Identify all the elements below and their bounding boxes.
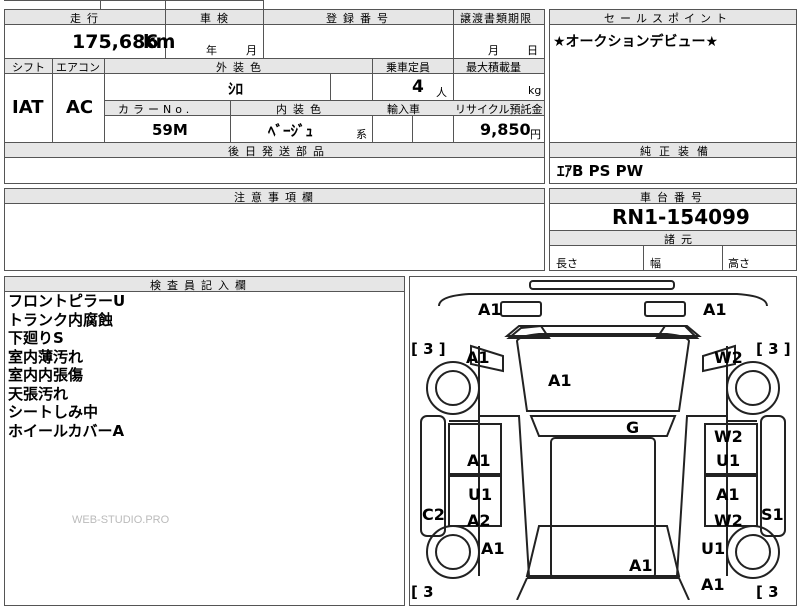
damage-right-front-fender: W2 (714, 348, 743, 367)
note-line: 室内薄汚れ (8, 347, 84, 366)
sales-point-box (549, 9, 797, 143)
interior-color-label: 内装色 (276, 103, 327, 116)
damage-left-sill: C2 (422, 505, 445, 524)
divider (263, 10, 264, 58)
divider (330, 74, 331, 100)
damage-right-rear-door-b: W2 (714, 511, 743, 530)
inspector-notes: フロントピラーU トランク内腐蝕 下廻りS 室内薄汚れ 室内内張傷 天張汚れ シ… (8, 292, 125, 440)
divider (453, 10, 454, 58)
divider (230, 100, 231, 143)
damage-right-rear-fender: U1 (701, 539, 726, 558)
damage-rear-right: A1 (701, 575, 725, 594)
mileage-label: 走行 (70, 12, 104, 25)
damage-right-sill: S1 (761, 505, 784, 524)
length-label: 長さ (556, 257, 578, 270)
top-stub-divider-2 (165, 0, 166, 9)
color-no-label: カラーNo. (118, 103, 194, 116)
sales-point-text: ★オークションデビュー★ (553, 34, 719, 50)
damage-left-front-door: A1 (467, 451, 491, 470)
equipment-value: ｴｱB PS PW (557, 162, 644, 180)
chassis-value: RN1-154099 (612, 205, 750, 229)
bracket-top-right: [ 3 ] (756, 340, 791, 358)
mileage-unit: km (143, 31, 176, 53)
capacity-unit: 人 (436, 86, 447, 99)
color-no-value: 59M (152, 121, 188, 139)
damage-left-rear-door-a: U1 (468, 485, 493, 504)
damage-hood: A1 (548, 371, 572, 390)
note-line: フロントピラーU (8, 292, 126, 310)
shift-value: IAT (12, 97, 44, 118)
damage-trunk: A1 (629, 556, 653, 575)
capacity-label: 乗車定員 (386, 61, 430, 74)
note-line: 室内内張傷 (8, 366, 84, 384)
note-line: 天張汚れ (8, 384, 69, 403)
damage-right-front-door-a: W2 (714, 427, 743, 446)
damage-left-front-fender: A1 (466, 348, 490, 367)
chassis-label: 車台番号 (640, 191, 708, 204)
note-line: トランク内腐蝕 (8, 310, 114, 329)
divider (52, 58, 53, 143)
damage-right-rear-door-a: A1 (716, 485, 740, 504)
watermark: WEB-STUDIO.PRO (72, 514, 170, 526)
note-line: 下廻りS (8, 329, 64, 347)
transfer-month-unit: 月 (488, 44, 499, 57)
divider (722, 246, 723, 271)
width-label: 幅 (650, 257, 661, 270)
notes-label: 注意事項欄 (234, 191, 319, 204)
top-stub-divider (100, 0, 101, 9)
inspector-label: 検査員記入欄 (150, 279, 252, 292)
damage-left-rear-door-b: A2 (467, 511, 491, 530)
aircon-label: エアコン (56, 61, 100, 74)
recycle-value: 9,850 (480, 120, 531, 139)
import-label: 輸入車 (387, 103, 420, 116)
damage-left-rear-fender: A1 (481, 539, 505, 558)
equipment-label: 純正装備 (640, 145, 716, 158)
interior-color-suffix: 系 (356, 128, 367, 141)
inspection-label: 車検 (200, 12, 234, 25)
capacity-value: 4 (412, 77, 424, 97)
damage-front-left: A1 (478, 300, 502, 319)
transfer-date-label: 譲渡書類期限 (460, 12, 532, 25)
month-unit: 月 (246, 44, 257, 57)
dimensions-label: 諸元 (664, 233, 698, 246)
damage-right-front-door-b: U1 (716, 451, 741, 470)
damage-front-right: A1 (703, 300, 727, 319)
later-parts-label: 後日発送部品 (228, 145, 330, 158)
shift-label: シフト (12, 61, 45, 74)
registration-label: 登録番号 (326, 12, 394, 25)
bracket-top-left: [ 3 ] (411, 340, 446, 358)
transfer-day-unit: 日 (527, 44, 538, 57)
load-unit: kg (528, 84, 542, 97)
top-stub-line (4, 0, 264, 1)
aircon-value: AC (66, 97, 94, 118)
recycle-label: リサイクル預託金 (455, 103, 543, 116)
divider (643, 246, 644, 271)
recycle-unit: 円 (530, 128, 541, 141)
top-stub-divider-3 (263, 0, 264, 9)
note-line: シートしみ中 (8, 403, 99, 421)
height-label: 高さ (728, 257, 750, 270)
bracket-bottom-right: [ 3 (756, 583, 779, 601)
bracket-bottom-left: [ 3 (411, 583, 434, 601)
year-unit: 年 (206, 44, 217, 57)
max-load-label: 最大積載量 (466, 61, 521, 74)
divider (412, 116, 413, 143)
sales-point-label: セールスポイント (604, 12, 732, 25)
exterior-color-value: ｼﾛ (228, 80, 244, 98)
exterior-color-label: 外装色 (216, 61, 267, 74)
damage-roof: G (626, 418, 640, 437)
interior-color-value: ﾍﾞｰｼﾞｭ (268, 122, 314, 140)
note-line: ホイールカバーA (8, 421, 125, 440)
